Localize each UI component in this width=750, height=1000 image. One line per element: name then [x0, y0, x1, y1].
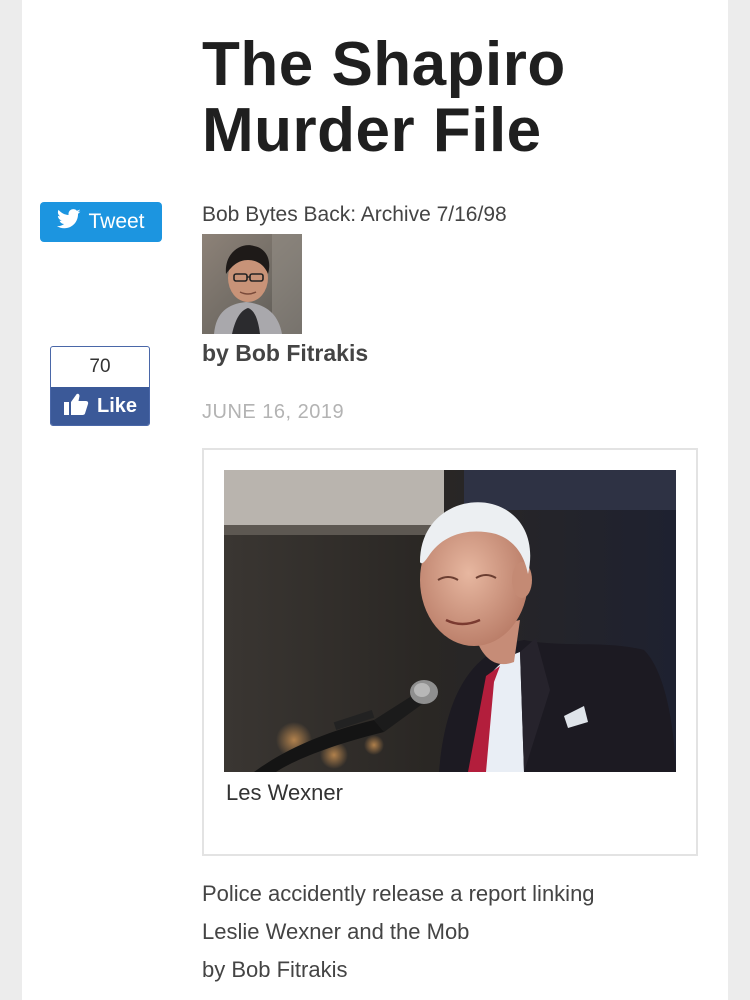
author-photo [202, 234, 302, 334]
byline[interactable]: by Bob Fitrakis [202, 340, 368, 367]
figure: Les Wexner [202, 448, 698, 856]
like-label: Like [96, 395, 138, 417]
body-line-3: by Bob Fitrakis [202, 957, 348, 982]
body-line-1: Police accidently release a report linki… [202, 881, 595, 906]
body-line-2: Leslie Wexner and the Mob [202, 919, 470, 944]
article-title: The Shapiro Murder File [202, 32, 702, 164]
article-subtitle: Bob Bytes Back: Archive 7/16/98 [202, 203, 507, 226]
title-line-1: The Shapiro [202, 30, 566, 99]
figure-image [224, 470, 676, 772]
article-page: The Shapiro Murder File Tweet Bob Bytes … [22, 0, 728, 1000]
like-button[interactable]: Like [51, 387, 149, 425]
article-body: Police accidently release a report linki… [202, 875, 702, 989]
twitter-bird-icon [57, 209, 82, 235]
tweet-label: Tweet [88, 210, 145, 233]
publish-date: JUNE 16, 2019 [202, 401, 345, 423]
figure-caption: Les Wexner [226, 780, 343, 805]
facebook-like-widget: 70 Like [50, 346, 150, 426]
thumbs-up-icon [63, 392, 89, 422]
title-line-2: Murder File [202, 96, 542, 165]
like-count: 70 [89, 356, 111, 377]
tweet-button[interactable]: Tweet [40, 202, 162, 242]
